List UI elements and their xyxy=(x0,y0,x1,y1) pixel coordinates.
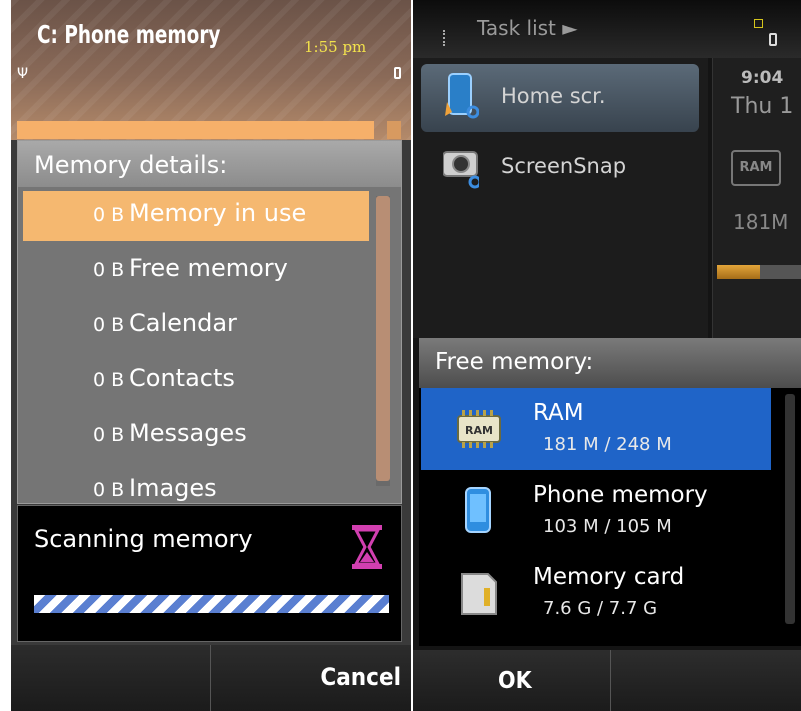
page-title: C: Phone memory xyxy=(37,20,221,49)
item-label: Images xyxy=(129,474,217,502)
cancel-button[interactable]: Cancel xyxy=(320,663,401,691)
progress-bar xyxy=(34,595,389,613)
item-value: 0 B xyxy=(93,204,125,226)
scrollbar-track[interactable] xyxy=(785,394,795,624)
memory-value: 181 M / 248 M xyxy=(543,434,672,455)
memory-card-icon xyxy=(461,573,497,615)
popup-title: Free memory: xyxy=(435,349,594,375)
memory-value: 103 M / 105 M xyxy=(543,516,672,537)
date: Thu 1 xyxy=(731,94,794,119)
free-memory-popup: Free memory: RAM RAM 181 M / 248 M Phone… xyxy=(419,338,801,646)
item-label: Contacts xyxy=(129,364,235,392)
dialog-title: Memory details: xyxy=(34,151,228,179)
camera-icon xyxy=(443,151,479,189)
softkey-divider xyxy=(210,645,211,711)
item-value: 0 B xyxy=(93,259,125,281)
scan-label: Scanning memory xyxy=(34,525,253,553)
scanning-dialog: Scanning memory xyxy=(17,505,402,642)
phone-icon xyxy=(465,487,491,533)
phone-memory-screen: C: Phone memory 1:55 pm Ψ Memory details… xyxy=(11,0,411,711)
battery-icon xyxy=(394,67,401,79)
softkey-bar: OK xyxy=(413,650,801,711)
task-label: ScreenSnap xyxy=(501,154,627,178)
list-item-images[interactable]: 0 B Images xyxy=(23,466,369,502)
item-label: Free memory xyxy=(129,254,288,282)
list-item-calendar[interactable]: 0 B Calendar xyxy=(23,301,369,351)
memory-name: Memory card xyxy=(533,564,685,590)
battery-icon xyxy=(769,33,777,46)
background-list-highlight xyxy=(17,121,374,139)
background-scrollbar xyxy=(387,121,401,139)
memory-name: Phone memory xyxy=(533,482,708,508)
scrollbar-thumb[interactable] xyxy=(376,196,390,481)
ram-chip-icon: RAM xyxy=(731,150,781,186)
list-item-messages[interactable]: 0 B Messages xyxy=(23,411,369,461)
ram-value: 181M xyxy=(733,210,789,234)
item-value: 0 B xyxy=(93,479,125,501)
task-list: Home scr. ScreenSnap xyxy=(413,58,708,338)
signal-icon: Ψ xyxy=(17,66,29,82)
list-item-free-memory[interactable]: 0 B Free memory xyxy=(23,246,369,296)
memory-name: RAM xyxy=(533,400,584,426)
item-value: 0 B xyxy=(93,314,125,336)
hourglass-icon xyxy=(352,525,382,569)
item-value: 0 B xyxy=(93,424,125,446)
item-label: Calendar xyxy=(129,309,237,337)
memory-item-ram[interactable]: RAM RAM 181 M / 248 M xyxy=(421,388,771,470)
memory-details-dialog: Memory details: 0 B Memory in use 0 B Fr… xyxy=(17,140,402,504)
item-value: 0 B xyxy=(93,369,125,391)
task-list-header[interactable]: Task list ► xyxy=(477,16,578,40)
popup-header: Free memory: xyxy=(419,338,801,388)
list-item-memory-in-use[interactable]: 0 B Memory in use xyxy=(23,191,369,241)
task-item-home-screen[interactable]: Home scr. xyxy=(421,64,699,132)
notification-icon xyxy=(754,19,763,28)
status-bar: Task list ► xyxy=(413,0,801,58)
task-list-screen: Task list ► Home scr. ScreenSnap 9:04 Th… xyxy=(413,0,801,711)
item-label: Memory in use xyxy=(129,199,307,227)
item-label: Messages xyxy=(129,419,247,447)
memory-item-phone-memory[interactable]: Phone memory 103 M / 105 M xyxy=(421,470,771,552)
info-column: 9:04 Thu 1 RAM 181M xyxy=(712,58,801,338)
clock: 9:04 xyxy=(741,68,784,88)
ram-chip-icon: RAM xyxy=(457,410,501,448)
task-label: Home scr. xyxy=(501,84,606,108)
list-item-contacts[interactable]: 0 B Contacts xyxy=(23,356,369,406)
ok-button[interactable]: OK xyxy=(498,668,532,694)
memory-value: 7.6 G / 7.7 G xyxy=(543,598,658,619)
ram-usage-bar xyxy=(717,265,801,279)
softkey-divider xyxy=(610,650,611,711)
softkey-bar: Cancel xyxy=(11,645,411,711)
home-screen-icon xyxy=(445,73,479,119)
task-list-icon xyxy=(443,30,457,46)
task-item-screensnap[interactable]: ScreenSnap xyxy=(421,134,699,202)
clock: 1:55 pm xyxy=(304,38,367,56)
memory-item-memory-card[interactable]: Memory card 7.6 G / 7.7 G xyxy=(421,552,771,634)
ram-chip-text: RAM xyxy=(465,424,493,437)
dialog-header: Memory details: xyxy=(18,141,401,187)
